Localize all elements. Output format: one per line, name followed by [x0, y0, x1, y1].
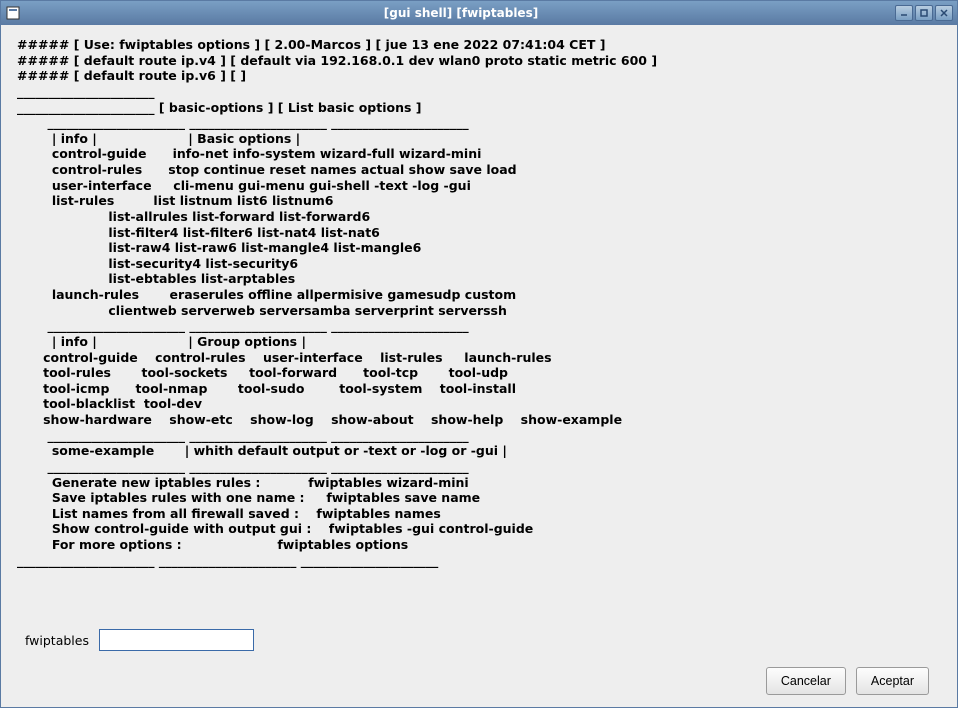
minimize-button[interactable] [895, 5, 913, 21]
input-row: fwiptables [17, 629, 941, 651]
command-input[interactable] [99, 629, 254, 651]
app-window: [gui shell] [fwiptables] ##### [ Use: fw… [0, 0, 958, 708]
app-icon [5, 5, 21, 21]
terminal-output: ##### [ Use: fwiptables options ] [ 2.00… [17, 37, 941, 621]
content-area: ##### [ Use: fwiptables options ] [ 2.00… [1, 25, 957, 707]
accept-button[interactable]: Aceptar [856, 667, 929, 695]
cancel-button[interactable]: Cancelar [766, 667, 846, 695]
titlebar[interactable]: [gui shell] [fwiptables] [1, 1, 957, 25]
window-title: [gui shell] [fwiptables] [27, 6, 895, 20]
maximize-button[interactable] [915, 5, 933, 21]
close-button[interactable] [935, 5, 953, 21]
button-row: Cancelar Aceptar [17, 659, 941, 707]
input-label: fwiptables [25, 633, 89, 648]
window-controls [895, 5, 953, 21]
